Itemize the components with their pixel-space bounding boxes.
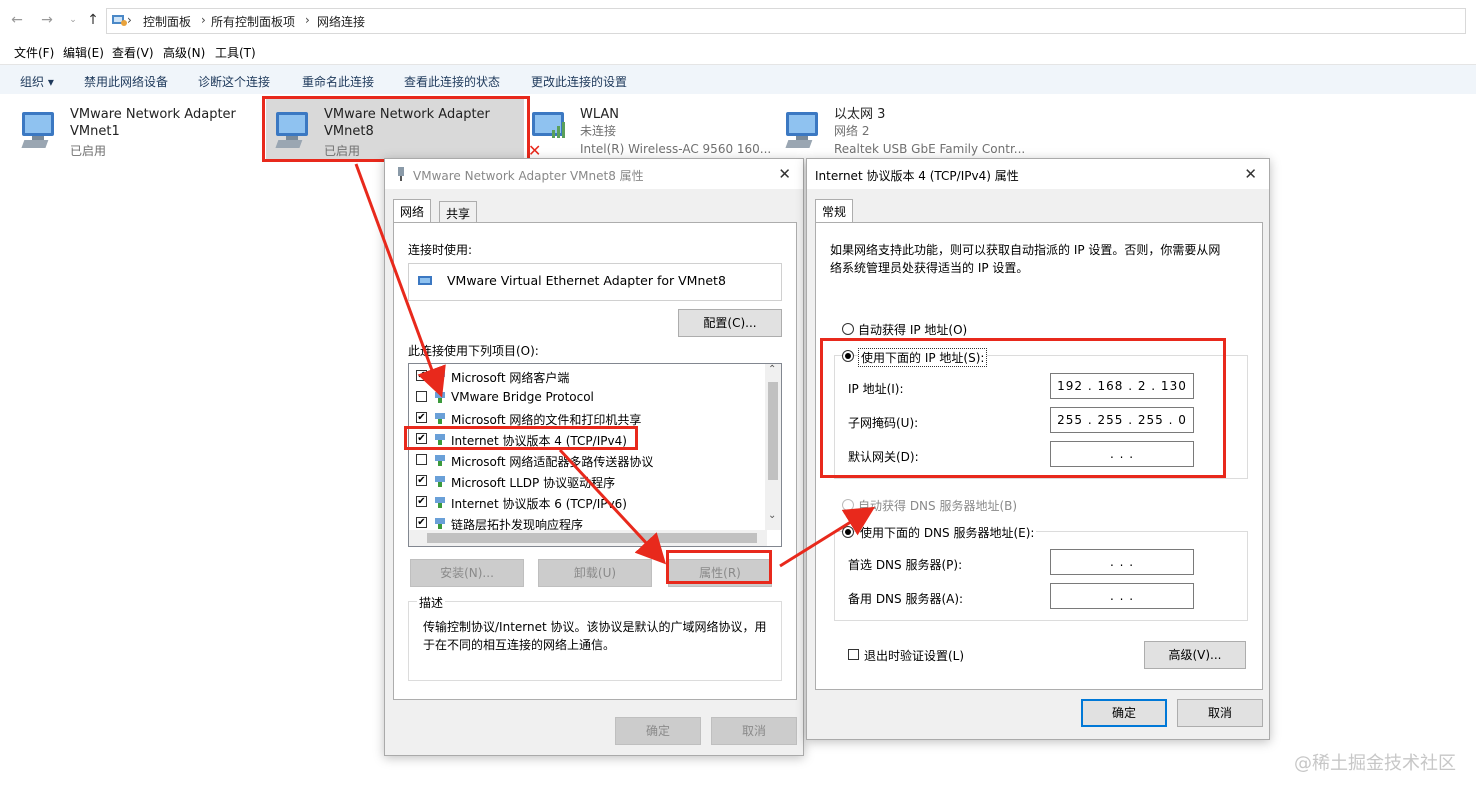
arrow-to-properties-button bbox=[558, 448, 667, 565]
annotation-arrows bbox=[354, 163, 876, 568]
arrow-to-ip-settings bbox=[779, 506, 876, 568]
watermark: @稀土掘金技术社区 bbox=[1294, 753, 1456, 774]
arrow-to-ipv4-item bbox=[354, 163, 446, 398]
